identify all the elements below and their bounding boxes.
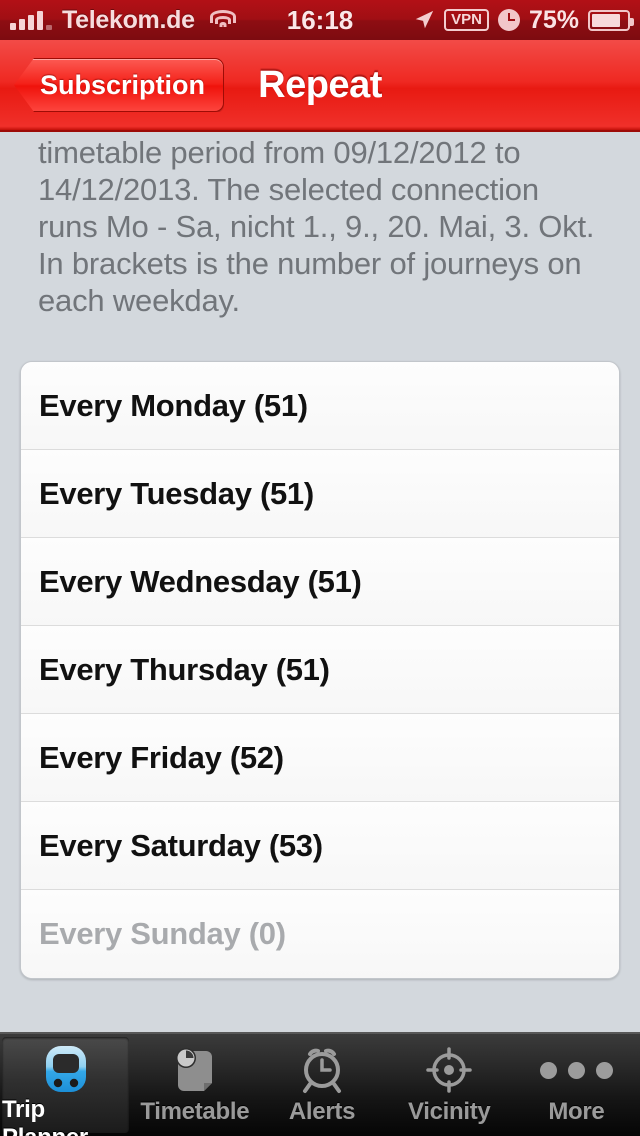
navigation-bar: Subscription Repeat: [0, 40, 640, 132]
weekday-row-label: Every Thursday (51): [39, 651, 330, 687]
weekday-row[interactable]: Every Saturday (53): [21, 802, 619, 890]
tab-bar: Trip Planner Timetable Alerts Vicinity More: [0, 1032, 640, 1136]
tab-label: Timetable: [140, 1098, 250, 1125]
weekday-row-label: Every Friday (52): [39, 739, 284, 775]
crosshair-icon: [425, 1044, 473, 1096]
description-text: timetable period from 09/12/2012 to 14/1…: [38, 135, 595, 318]
tab-label: More: [548, 1098, 605, 1125]
scroll-content[interactable]: timetable period from 09/12/2012 to 14/1…: [0, 132, 640, 1032]
weekday-list: Every Monday (51) Every Tuesday (51) Every…: [20, 361, 620, 979]
tab-more[interactable]: More: [513, 1034, 640, 1136]
back-button-label: Subscription: [40, 69, 206, 100]
weekday-row-label: Every Wednesday (51): [39, 563, 362, 599]
status-bar: Telekom.de 16:18 VPN 75%: [0, 0, 640, 40]
tab-timetable[interactable]: Timetable: [131, 1034, 258, 1136]
tab-label: Vicinity: [407, 1098, 491, 1125]
weekday-row[interactable]: Every Wednesday (51): [21, 538, 619, 626]
weekday-row: Every Sunday (0): [21, 890, 619, 978]
battery-icon: [588, 9, 634, 31]
status-bar-clock: 16:18: [286, 4, 354, 35]
weekday-row[interactable]: Every Thursday (51): [21, 626, 619, 714]
clock-icon: [497, 9, 520, 31]
weekday-row[interactable]: Every Friday (52): [21, 714, 619, 802]
ellipsis-icon: [539, 1044, 613, 1096]
back-button[interactable]: Subscription: [14, 58, 225, 112]
status-bar-center: 16:18: [0, 5, 640, 36]
weekday-row-label: Every Saturday (53): [39, 827, 323, 863]
tab-vicinity[interactable]: Vicinity: [386, 1034, 513, 1136]
weekday-row-label: Every Sunday (0): [39, 916, 286, 951]
weekday-row-label: Every Tuesday (51): [39, 475, 314, 511]
weekday-row[interactable]: Every Monday (51): [21, 362, 619, 450]
tab-trip-planner[interactable]: Trip Planner: [2, 1037, 130, 1136]
document-clock-icon: [172, 1044, 218, 1096]
tab-label: Trip Planner: [2, 1096, 88, 1136]
alarm-clock-icon: [298, 1044, 346, 1096]
app-screen: Telekom.de 16:18 VPN 75% Subscription Re…: [0, 0, 640, 1136]
train-icon: [42, 1044, 90, 1094]
tab-alerts[interactable]: Alerts: [258, 1034, 385, 1136]
tab-label: Alerts: [288, 1098, 356, 1125]
weekday-row-label: Every Monday (51): [39, 387, 308, 423]
weekday-row[interactable]: Every Tuesday (51): [21, 450, 619, 538]
